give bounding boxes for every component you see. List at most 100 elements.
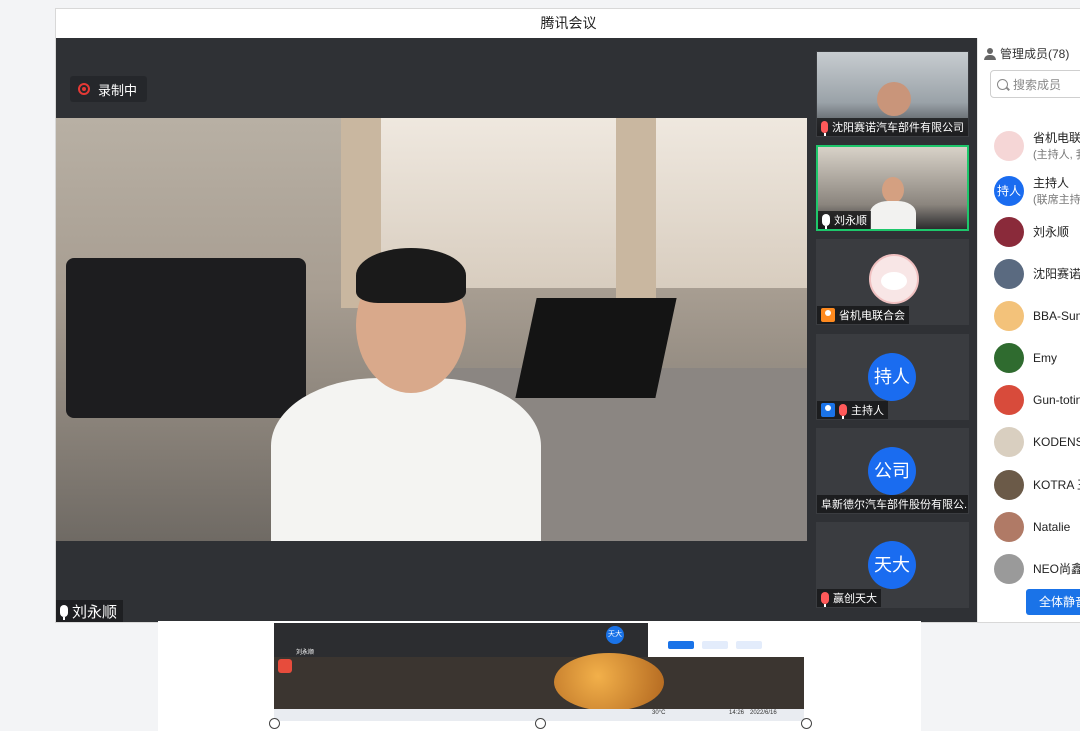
microphone-muted-icon [839, 404, 847, 419]
sofa [66, 258, 306, 418]
member-avatar [994, 301, 1024, 331]
thumbnail-label: 沈阳赛诺汽车部件有限公司 [817, 118, 968, 136]
thumbnail-label: 省机电联合会 [817, 306, 909, 324]
member-name: Natalie [1033, 520, 1071, 534]
member-row[interactable]: KODENSHI [994, 424, 1080, 460]
member-row[interactable]: 沈阳赛诺汽车 [994, 256, 1080, 292]
thumbnail-name: 赢创天大 [833, 593, 877, 605]
thumbnail-label: 赢创天大 [817, 589, 881, 607]
member-row[interactable]: 刘永顺 [994, 214, 1080, 250]
preview-button [702, 641, 728, 649]
wallpaper-orange [554, 653, 664, 711]
member-role: (联席主持人) [1033, 194, 1080, 206]
thumbnail-1[interactable]: 刘永顺 [816, 145, 969, 231]
laptop [515, 298, 677, 398]
speaker-hair [356, 248, 466, 303]
desktop-screenshot: 刘永顺 天大 30°C 14:26 2022/6/16 [274, 623, 804, 721]
taskbar-time: 14:26 [729, 710, 745, 716]
thumbnail-name: 主持人 [851, 405, 884, 417]
thumbnail-0[interactable]: 沈阳赛诺汽车部件有限公司 [816, 51, 969, 137]
search-icon [997, 78, 1008, 90]
member-text: 沈阳赛诺汽车 [1033, 266, 1080, 282]
member-text: KOTRA 王 [1033, 477, 1080, 493]
members-panel-title: 管理成员(78) [1000, 47, 1070, 61]
member-role: (主持人, 我) [1033, 149, 1080, 161]
desktop-app-icon [278, 659, 292, 673]
search-placeholder: 搜索成员 [1013, 77, 1062, 92]
members-panel-header: 管理成员(78) [984, 45, 1069, 62]
participant-head [882, 177, 904, 203]
member-name: 省机电联合会 [1033, 131, 1080, 145]
member-avatar [994, 427, 1024, 457]
taskbar-date: 2022/6/16 [750, 710, 777, 716]
microphone-muted-icon [821, 592, 829, 607]
member-avatar: 持人 [994, 176, 1024, 206]
participant-body [870, 201, 916, 229]
video-area: 录制中 刘永顺 沈阳赛诺汽车部件有限公司 刘永顺 省机电联合会 持人 主持人 公… [56, 38, 977, 622]
curtain-right [616, 118, 656, 308]
member-row[interactable]: NEO尚鑫 [994, 551, 1080, 587]
user-icon [821, 308, 835, 322]
thumbnail-name: 省机电联合会 [839, 310, 905, 322]
member-text: BBA-Sumi [1033, 308, 1080, 324]
thumbnail-2[interactable]: 省机电联合会 [816, 239, 969, 325]
member-row[interactable]: Emy [994, 340, 1080, 376]
member-name: Emy [1033, 351, 1057, 365]
cat-avatar-icon [869, 254, 919, 304]
main-video-feed[interactable] [56, 118, 807, 541]
member-avatar [994, 512, 1024, 542]
recording-label: 录制中 [98, 82, 138, 98]
meeting-window: 腾讯会议 录制中 刘永顺 沈阳赛诺汽车部件有限公司 刘永顺 省机电联合会 持人 … [55, 8, 1080, 623]
thumbnail-5[interactable]: 天大 赢创天大 [816, 522, 969, 608]
user-icon [821, 403, 835, 417]
avatar: 天大 [868, 541, 916, 589]
preview-speaker-name: 刘永顺 [296, 650, 315, 656]
recording-indicator[interactable]: 录制中 [70, 76, 148, 102]
thumbnail-3[interactable]: 持人 主持人 [816, 334, 969, 420]
mute-all-button[interactable]: 全体静音 [1026, 589, 1080, 615]
speaker-body [271, 378, 541, 541]
microphone-muted-icon [821, 121, 828, 136]
resize-handle[interactable] [801, 718, 812, 729]
participant-head [877, 82, 911, 116]
member-row[interactable]: Gun-toting [994, 382, 1080, 418]
person-icon [984, 47, 996, 60]
member-text: Natalie [1033, 519, 1070, 535]
member-name: 主持人 [1033, 176, 1070, 190]
taskbar-weather: 30°C [652, 710, 666, 716]
member-name: BBA-Sumi [1033, 309, 1080, 323]
thumbnail-name: 刘永顺 [834, 215, 867, 227]
member-row[interactable]: 持人主持人 (联席主持人) [994, 173, 1080, 209]
main-speaker-name: 刘永顺 [72, 603, 118, 621]
member-avatar [994, 343, 1024, 373]
member-name: 刘永顺 [1033, 225, 1070, 239]
thumbnail-4[interactable]: 公司 阜新德尔汽车部件股份有限公... [816, 428, 969, 514]
desktop-preview: 刘永顺 天大 30°C 14:26 2022/6/16 [158, 621, 921, 731]
member-search-input[interactable]: 搜索成员 [990, 70, 1080, 98]
member-row[interactable]: KOTRA 王 [994, 467, 1080, 503]
record-icon [78, 83, 90, 95]
member-text: Emy [1033, 350, 1057, 366]
main-speaker-name-tag: 刘永顺 [56, 600, 124, 622]
microphone-icon [60, 605, 68, 620]
member-row[interactable]: Natalie [994, 509, 1080, 545]
member-name: KOTRA 王 [1033, 478, 1080, 492]
member-avatar [994, 259, 1024, 289]
resize-handle[interactable] [535, 718, 546, 729]
member-text: 主持人 (联席主持人) [1033, 175, 1080, 207]
member-name: Gun-toting [1033, 393, 1080, 407]
thumbnail-name: 沈阳赛诺汽车部件有限公司 [832, 122, 964, 134]
member-text: 省机电联合会 (主持人, 我) [1033, 130, 1080, 162]
preview-button [736, 641, 762, 649]
member-row[interactable]: BBA-Sumi [994, 298, 1080, 334]
member-avatar [994, 470, 1024, 500]
member-name: 沈阳赛诺汽车 [1033, 267, 1080, 281]
member-row[interactable]: 省机电联合会 (主持人, 我) [994, 128, 1080, 164]
member-name: NEO尚鑫 [1033, 562, 1080, 576]
window-title: 腾讯会议 [56, 9, 1080, 38]
member-text: NEO尚鑫 [1033, 561, 1080, 577]
member-text: KODENSHI [1033, 434, 1080, 450]
avatar: 公司 [868, 447, 916, 495]
resize-handle[interactable] [269, 718, 280, 729]
member-text: Gun-toting [1033, 392, 1080, 408]
